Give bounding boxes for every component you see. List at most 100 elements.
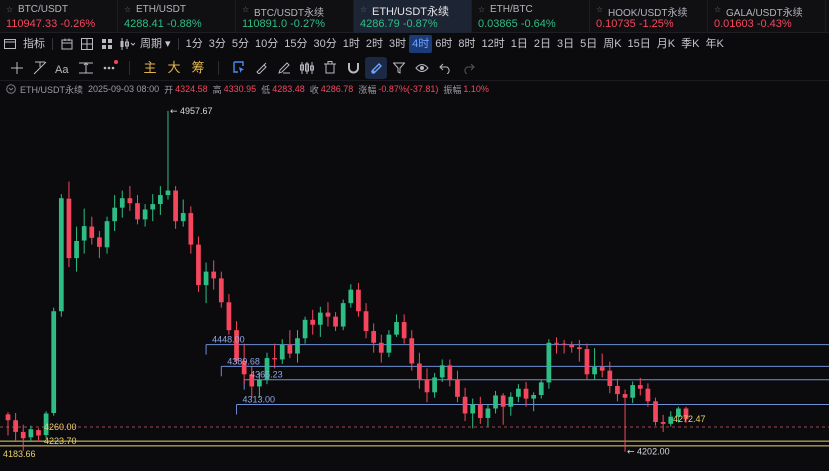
interval-option[interactable]: 3日 xyxy=(554,35,577,53)
interval-option[interactable]: 6时 xyxy=(432,35,455,53)
candle-body xyxy=(401,322,407,339)
svg-text:Aa: Aa xyxy=(55,64,69,74)
interval-option[interactable]: 10分 xyxy=(252,35,281,53)
large-order-button[interactable]: 大 xyxy=(162,57,186,79)
ticker-price: 110947.33 xyxy=(6,18,58,30)
layout-icon[interactable] xyxy=(77,35,97,53)
redo-icon[interactable] xyxy=(457,57,479,79)
ticker-price: 4288.41 xyxy=(124,18,164,30)
ticker-tab[interactable]: ☆ BTC/USDT永续 110891.0 -0.27% xyxy=(236,0,354,33)
candle-body xyxy=(272,358,277,360)
interval-option[interactable]: 2时 xyxy=(363,35,386,53)
ticker-quote: 4288.41 -0.88% xyxy=(124,18,202,30)
interval-option[interactable]: 3时 xyxy=(386,35,409,53)
delete-icon[interactable] xyxy=(319,57,341,79)
ticker-tab[interactable]: ☆ HOOK/USDT永续 0.10735 -1.25% xyxy=(590,0,708,33)
ticker-quote: 0.03865 -0.64% xyxy=(478,18,556,30)
candle-body xyxy=(561,343,567,345)
star-icon[interactable]: ☆ xyxy=(6,5,13,14)
period-button[interactable]: 周期 ▾ xyxy=(137,35,174,53)
text-tool-icon[interactable]: Aa xyxy=(52,57,74,79)
ticker-price: 4286.79 xyxy=(360,18,400,30)
chip-distribution-button[interactable]: 筹 xyxy=(186,57,210,79)
interval-option[interactable]: 15分 xyxy=(281,35,310,53)
filter-icon[interactable] xyxy=(388,57,410,79)
visibility-icon[interactable] xyxy=(411,57,433,79)
ticker-tab[interactable]: ☆ ETH/USDT永续 4286.79 -0.87% xyxy=(354,0,472,33)
ticker-tab[interactable]: ☆ BTC/USDT 110947.33 -0.26% xyxy=(0,0,118,33)
magnet-icon[interactable] xyxy=(342,57,364,79)
interval-option[interactable]: 5日 xyxy=(577,35,600,53)
left-price-marker: 4260.00 xyxy=(44,422,77,432)
interval-option[interactable]: 8时 xyxy=(455,35,478,53)
collapse-icon[interactable] xyxy=(6,84,16,94)
star-icon[interactable]: ☆ xyxy=(360,5,367,14)
interval-option[interactable]: 1分 xyxy=(183,35,206,53)
candles xyxy=(5,110,689,452)
interval-option[interactable]: 30分 xyxy=(310,35,339,53)
undo-icon[interactable] xyxy=(434,57,456,79)
crosshair-line-icon[interactable] xyxy=(6,57,28,79)
ticker-price: 0.01603 xyxy=(714,18,754,30)
interval-option[interactable]: 5分 xyxy=(229,35,252,53)
candle-body xyxy=(348,289,354,304)
interval-option[interactable]: 4时 xyxy=(409,35,433,53)
candle-body xyxy=(417,363,422,380)
candle-body xyxy=(363,311,369,332)
interval-option[interactable]: 2日 xyxy=(531,35,554,53)
ticker-change: -1.25% xyxy=(638,18,674,30)
grid-icon[interactable] xyxy=(97,35,117,53)
brush-icon[interactable] xyxy=(250,57,272,79)
ticker-tab[interactable]: ☆ ETH/USDT 4288.41 -0.88% xyxy=(118,0,236,33)
candle-body xyxy=(432,377,437,393)
star-icon[interactable]: ☆ xyxy=(242,5,249,14)
indicator-icon[interactable] xyxy=(0,35,20,53)
interval-option[interactable]: 1时 xyxy=(340,35,363,53)
candle-body xyxy=(218,278,224,303)
main-force-button[interactable]: 主 xyxy=(138,57,162,79)
ticker-tab[interactable]: ☆ ETH/BTC 0.03865 -0.64% xyxy=(472,0,590,33)
level-label: 4365.23 xyxy=(250,370,283,380)
ticker-tab[interactable]: ☆ GALA/USDT永续 0.01603 -0.43% xyxy=(708,0,826,33)
shape-select-icon[interactable] xyxy=(227,57,249,79)
candle-body xyxy=(66,198,72,259)
measure-icon[interactable] xyxy=(75,57,97,79)
interval-option[interactable]: 年K xyxy=(702,35,726,53)
calendar-icon[interactable] xyxy=(57,35,77,53)
star-icon[interactable]: ☆ xyxy=(596,5,603,14)
ticker-change: -0.27% xyxy=(290,18,325,30)
lock-drawing-icon[interactable] xyxy=(365,56,387,79)
divider xyxy=(129,60,130,75)
interval-option[interactable]: 15日 xyxy=(625,35,654,53)
interval-option[interactable]: 周K xyxy=(600,35,624,53)
indicator-button[interactable]: 指标 xyxy=(20,35,48,53)
star-icon[interactable]: ☆ xyxy=(714,5,721,14)
more-icon[interactable] xyxy=(98,57,120,79)
star-icon[interactable]: ☆ xyxy=(124,5,131,14)
trend-line-icon[interactable] xyxy=(29,57,51,79)
candle-body xyxy=(615,385,620,395)
interval-option[interactable]: 12时 xyxy=(478,35,507,53)
candle-body xyxy=(447,365,453,380)
candle-body xyxy=(211,271,217,279)
interval-option[interactable]: 1日 xyxy=(508,35,531,53)
pencil-icon[interactable] xyxy=(273,57,295,79)
candle-body xyxy=(508,396,514,407)
candle-body xyxy=(455,379,460,397)
candle-body xyxy=(340,303,346,327)
candlestick-chart[interactable]: ← 4957.67← 4202.004260.004223.704183.66444… xyxy=(0,97,829,471)
interval-option[interactable]: 季K xyxy=(678,35,702,53)
candle-body xyxy=(630,385,636,398)
star-icon[interactable]: ☆ xyxy=(478,5,485,14)
candle-type-icon[interactable] xyxy=(117,35,137,53)
candle-body xyxy=(257,379,262,387)
interval-option[interactable]: 月K xyxy=(654,35,678,53)
level-label: 4448.00 xyxy=(212,335,245,345)
layers-icon[interactable] xyxy=(296,57,318,79)
ticker-price: 110891.0 xyxy=(242,18,288,30)
interval-option[interactable]: 3分 xyxy=(206,35,229,53)
candle-body xyxy=(378,342,384,353)
notification-dot xyxy=(114,59,118,64)
low-arrow-icon: ← xyxy=(627,448,635,458)
candle-body xyxy=(516,388,521,397)
